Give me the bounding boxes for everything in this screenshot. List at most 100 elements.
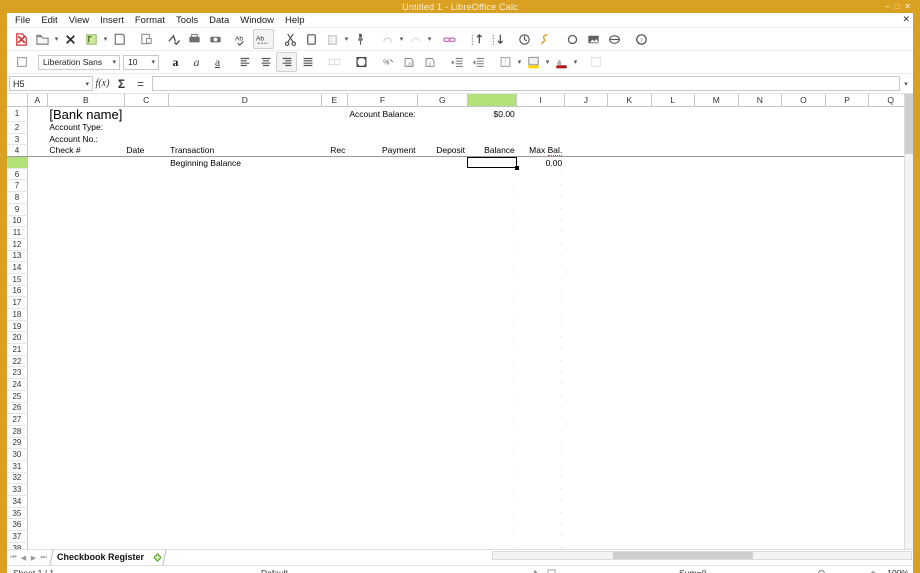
open-dropdown-icon[interactable]: ▾ (53, 35, 60, 43)
cell-A3[interactable] (27, 133, 47, 145)
cell-P10[interactable] (825, 215, 869, 227)
cell-E4[interactable]: Rec (321, 144, 348, 158)
cell-M4[interactable] (694, 144, 739, 158)
cell-J6[interactable] (564, 168, 607, 180)
cell-J8[interactable] (564, 192, 607, 204)
cell-K11[interactable] (608, 227, 652, 239)
cell-K25[interactable] (608, 390, 652, 402)
cell-J12[interactable] (564, 238, 607, 250)
cell-D2[interactable] (168, 122, 321, 134)
cell-G1[interactable] (418, 106, 468, 122)
cell-H15[interactable]: - (467, 273, 517, 285)
cell-H18[interactable]: - (467, 309, 517, 321)
cell-A32[interactable] (27, 472, 47, 484)
cell-K18[interactable] (608, 309, 652, 321)
cell-C3[interactable] (124, 133, 168, 145)
menu-item-data[interactable]: Data (204, 13, 235, 28)
cell-H1[interactable]: $0.00 (467, 106, 517, 122)
cell-D25[interactable] (168, 390, 321, 402)
row-header-31[interactable]: 31 (7, 460, 28, 473)
cell-J19[interactable] (564, 320, 607, 332)
cell-F16[interactable] (347, 285, 417, 297)
cell-H19[interactable]: - (467, 320, 517, 332)
cell-D3[interactable] (168, 133, 321, 145)
export-pdf-icon[interactable] (81, 29, 102, 49)
cell-N13[interactable] (738, 250, 782, 262)
cell-M16[interactable] (694, 285, 738, 297)
zoom-in-button[interactable]: + (869, 568, 877, 573)
cell-M34[interactable] (694, 496, 738, 508)
cell-L6[interactable] (651, 168, 694, 180)
cell-C22[interactable] (124, 355, 168, 367)
cell-B7[interactable] (47, 180, 124, 192)
cell-L9[interactable] (651, 203, 694, 215)
cell-B31[interactable] (47, 460, 124, 472)
column-header-n[interactable]: N (738, 94, 783, 107)
column-header-b[interactable]: B (47, 94, 125, 107)
cell-K26[interactable] (608, 402, 652, 414)
cell-L15[interactable] (651, 273, 694, 285)
cell-K19[interactable] (608, 320, 652, 332)
cell-B30[interactable] (47, 449, 124, 461)
cell-E18[interactable] (321, 309, 347, 321)
cell-B23[interactable] (47, 367, 124, 379)
cell-B9[interactable] (47, 203, 124, 215)
cell-J33[interactable] (564, 484, 607, 496)
minimize-button[interactable]: – (885, 2, 889, 11)
cell-H26[interactable]: - (467, 402, 517, 414)
cell-K8[interactable] (608, 192, 652, 204)
cell-P3[interactable] (825, 133, 869, 145)
percent-format-icon[interactable]: .00 (399, 52, 420, 72)
cell-H34[interactable]: - (467, 496, 517, 508)
row-header-26[interactable]: 26 (7, 402, 28, 415)
clone-formatting-icon[interactable] (350, 29, 371, 49)
cell-O8[interactable] (782, 192, 826, 204)
cell-L28[interactable] (651, 425, 694, 437)
formatting-marks-icon[interactable]: Ab (253, 29, 274, 49)
cell-K4[interactable] (607, 144, 652, 158)
cell-B16[interactable] (47, 285, 124, 297)
cell-E13[interactable] (321, 250, 347, 262)
cell-I4[interactable]: Max Bal. (516, 144, 565, 158)
zoom-out-button[interactable]: – (765, 568, 773, 573)
cell-C13[interactable] (124, 250, 168, 262)
cell-I15[interactable]: - (517, 273, 564, 285)
cell-C37[interactable] (124, 531, 168, 543)
cell-M18[interactable] (694, 309, 738, 321)
cell-P24[interactable] (825, 379, 869, 391)
row-header-13[interactable]: 13 (7, 250, 28, 263)
wrap-text-icon[interactable] (351, 52, 372, 72)
column-header-c[interactable]: C (124, 94, 169, 107)
cell-O9[interactable] (782, 203, 826, 215)
cell-H6[interactable]: - (467, 168, 517, 180)
cell-F36[interactable] (347, 519, 417, 531)
document-modified-icon[interactable] (547, 568, 556, 573)
cell-H2[interactable] (467, 122, 517, 134)
cell-K33[interactable] (608, 484, 652, 496)
cell-C31[interactable] (124, 460, 168, 472)
row-header-10[interactable]: 10 (7, 215, 28, 228)
cell-G24[interactable] (418, 379, 468, 391)
cell-G4[interactable]: Deposit (417, 144, 468, 158)
cell-J18[interactable] (564, 309, 607, 321)
cell-O2[interactable] (782, 122, 826, 134)
sheet-tab-checkbook-register[interactable]: Checkbook Register (49, 550, 153, 565)
row-header-34[interactable]: 34 (7, 495, 28, 508)
cell-I26[interactable]: - (517, 402, 564, 414)
cell-B18[interactable] (47, 309, 124, 321)
cell-B2[interactable]: Account Type: (47, 122, 124, 134)
print-icon[interactable] (109, 29, 130, 49)
row-header-27[interactable]: 27 (7, 413, 28, 426)
column-header-p[interactable]: P (825, 94, 870, 107)
cell-C6[interactable] (124, 168, 168, 180)
cell-O1[interactable] (782, 106, 826, 122)
cell-K10[interactable] (608, 215, 652, 227)
cell-D18[interactable] (168, 309, 321, 321)
cell-D8[interactable] (168, 192, 321, 204)
cell-M33[interactable] (694, 484, 738, 496)
row-header-36[interactable]: 36 (7, 518, 28, 532)
sum-icon[interactable]: Σ (112, 75, 131, 92)
borders-dropdown-icon[interactable]: ▾ (516, 58, 523, 66)
cell-D37[interactable] (168, 531, 321, 543)
cell-H12[interactable]: - (467, 238, 517, 250)
